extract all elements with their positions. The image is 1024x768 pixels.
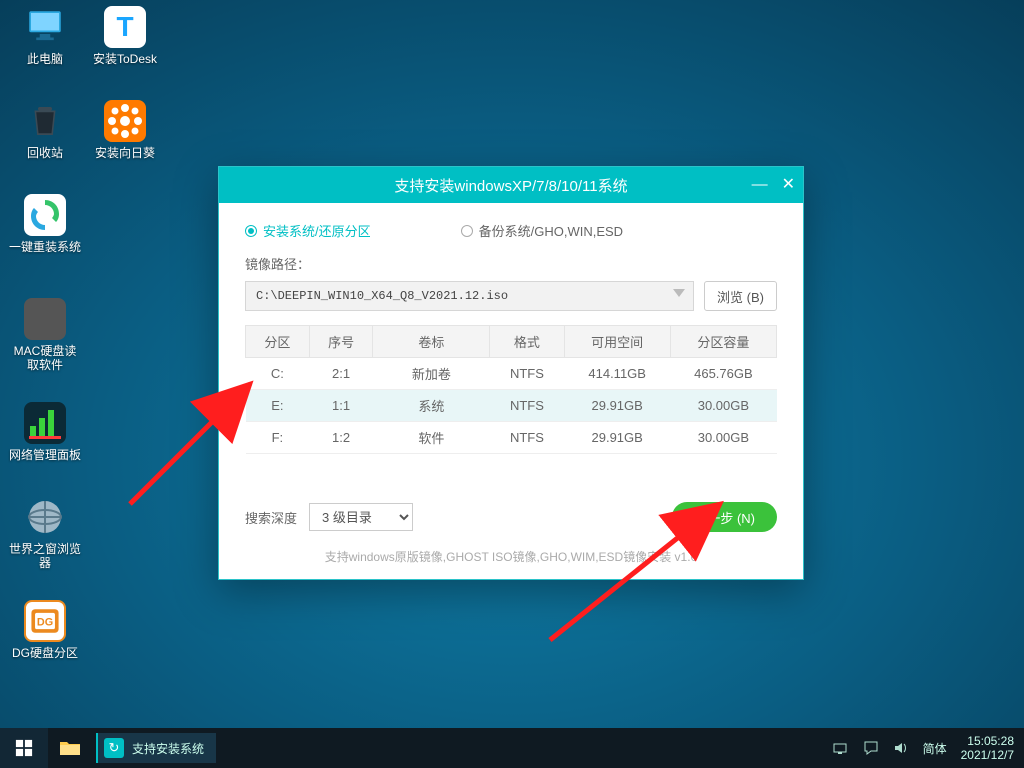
desktop: 此电脑 回收站 一键重装系统 MAC硬盘读 取软件 网络管理面板 世界之窗浏览 … <box>0 0 1024 728</box>
app-icon: ↻ <box>104 738 124 758</box>
desktop-icon-browser[interactable]: 世界之窗浏览 器 <box>8 496 82 570</box>
chevron-down-icon <box>673 289 685 297</box>
taskbar-explorer[interactable] <box>48 728 92 768</box>
tab-backup[interactable]: 备份系统/GHO,WIN,ESD <box>461 221 623 240</box>
bars-icon <box>24 402 66 444</box>
col-free: 可用空间 <box>564 326 670 358</box>
desktop-icon-todesk[interactable]: T 安装ToDesk <box>88 6 162 66</box>
todesk-icon: T <box>104 6 146 48</box>
table-row[interactable]: F: 1:2 软件 NTFS 29.91GB 30.00GB <box>246 422 777 454</box>
col-partition: 分区 <box>246 326 310 358</box>
radio-off-icon <box>461 225 473 237</box>
radio-on-icon <box>245 225 257 237</box>
desktop-icon-dg-disk[interactable]: DG DG硬盘分区 <box>8 600 82 660</box>
svg-text:DG: DG <box>37 617 53 629</box>
window-title: 支持安装windowsXP/7/8/10/11系统 <box>394 175 627 196</box>
image-path-dropdown[interactable]: C:\DEEPIN_WIN10_X64_Q8_V2021.12.iso <box>245 281 694 311</box>
desktop-icon-label: 安装ToDesk <box>88 52 162 66</box>
image-path-value: C:\DEEPIN_WIN10_X64_Q8_V2021.12.iso <box>256 289 508 303</box>
tab-label: 安装系统/还原分区 <box>263 221 371 240</box>
next-button[interactable]: 下一步 (N) <box>672 502 777 532</box>
desktop-icon-mac-read[interactable]: MAC硬盘读 取软件 <box>8 298 82 372</box>
volume-icon[interactable] <box>893 740 909 756</box>
partition-table: 分区 序号 卷标 格式 可用空间 分区容量 C: 2:1 新加卷 NTFS 41… <box>245 325 777 454</box>
desktop-icon-label: 回收站 <box>8 146 82 160</box>
desktop-icon-sunflower[interactable]: 安装向日葵 <box>88 100 162 160</box>
desktop-icon-label: 网络管理面板 <box>8 448 82 462</box>
desktop-icon-label: MAC硬盘读 取软件 <box>8 344 82 372</box>
footer-hint: 支持windows原版镜像,GHOST ISO镜像,GHO,WIM,ESD镜像安… <box>245 548 777 565</box>
dg-icon: DG <box>24 600 66 642</box>
desktop-icon-this-pc[interactable]: 此电脑 <box>8 6 82 66</box>
desktop-icon-label: 一键重装系统 <box>8 240 82 254</box>
task-label: 支持安装系统 <box>132 740 204 757</box>
desktop-icon-reinstall[interactable]: 一键重装系统 <box>8 194 82 254</box>
system-tray: 简体 15:05:28 2021/12/7 <box>833 734 1024 762</box>
window-titlebar[interactable]: 支持安装windowsXP/7/8/10/11系统 — ✕ <box>219 167 803 203</box>
ime-indicator[interactable]: 简体 <box>923 740 947 757</box>
desktop-icon-label: 安装向日葵 <box>88 146 162 160</box>
browse-button[interactable]: 浏览 (B) <box>704 281 777 311</box>
table-row[interactable]: C: 2:1 新加卷 NTFS 414.11GB 465.76GB <box>246 358 777 390</box>
col-format: 格式 <box>490 326 564 358</box>
trash-icon <box>24 100 66 142</box>
close-button[interactable]: ✕ <box>782 177 795 193</box>
monitor-icon <box>24 6 66 48</box>
tab-install-restore[interactable]: 安装系统/还原分区 <box>245 221 371 240</box>
desktop-icon-label: DG硬盘分区 <box>8 646 82 660</box>
windows-icon <box>15 739 33 757</box>
action-center-icon[interactable] <box>863 740 879 756</box>
apple-icon <box>24 298 66 340</box>
installer-window: 支持安装windowsXP/7/8/10/11系统 — ✕ 安装系统/还原分区 … <box>218 166 804 580</box>
minimize-button[interactable]: — <box>752 177 768 193</box>
sunflower-icon <box>104 100 146 142</box>
folder-icon <box>59 739 81 757</box>
taskbar-task-installer[interactable]: ↻ 支持安装系统 <box>96 733 216 763</box>
desktop-icon-net-panel[interactable]: 网络管理面板 <box>8 402 82 462</box>
image-path-label: 镜像路径： <box>245 254 777 273</box>
taskbar-clock[interactable]: 15:05:28 2021/12/7 <box>961 734 1014 762</box>
network-icon[interactable] <box>833 740 849 756</box>
tab-label: 备份系统/GHO,WIN,ESD <box>479 221 623 240</box>
clock-date: 2021/12/7 <box>961 748 1014 762</box>
desktop-icon-label: 此电脑 <box>8 52 82 66</box>
reinstall-icon <box>24 194 66 236</box>
search-depth-select[interactable]: 3 级目录 <box>309 503 413 531</box>
search-depth-label: 搜索深度 <box>245 508 297 527</box>
taskbar: ↻ 支持安装系统 简体 15:05:28 2021/12/7 <box>0 728 1024 768</box>
table-row[interactable]: E: 1:1 系统 NTFS 29.91GB 30.00GB <box>246 390 777 422</box>
col-seq: 序号 <box>309 326 373 358</box>
col-size: 分区容量 <box>670 326 776 358</box>
desktop-icon-recycle-bin[interactable]: 回收站 <box>8 100 82 160</box>
desktop-icon-label: 世界之窗浏览 器 <box>8 542 82 570</box>
col-volume: 卷标 <box>373 326 490 358</box>
clock-time: 15:05:28 <box>961 734 1014 748</box>
globe-icon <box>24 496 66 538</box>
start-button[interactable] <box>0 728 48 768</box>
